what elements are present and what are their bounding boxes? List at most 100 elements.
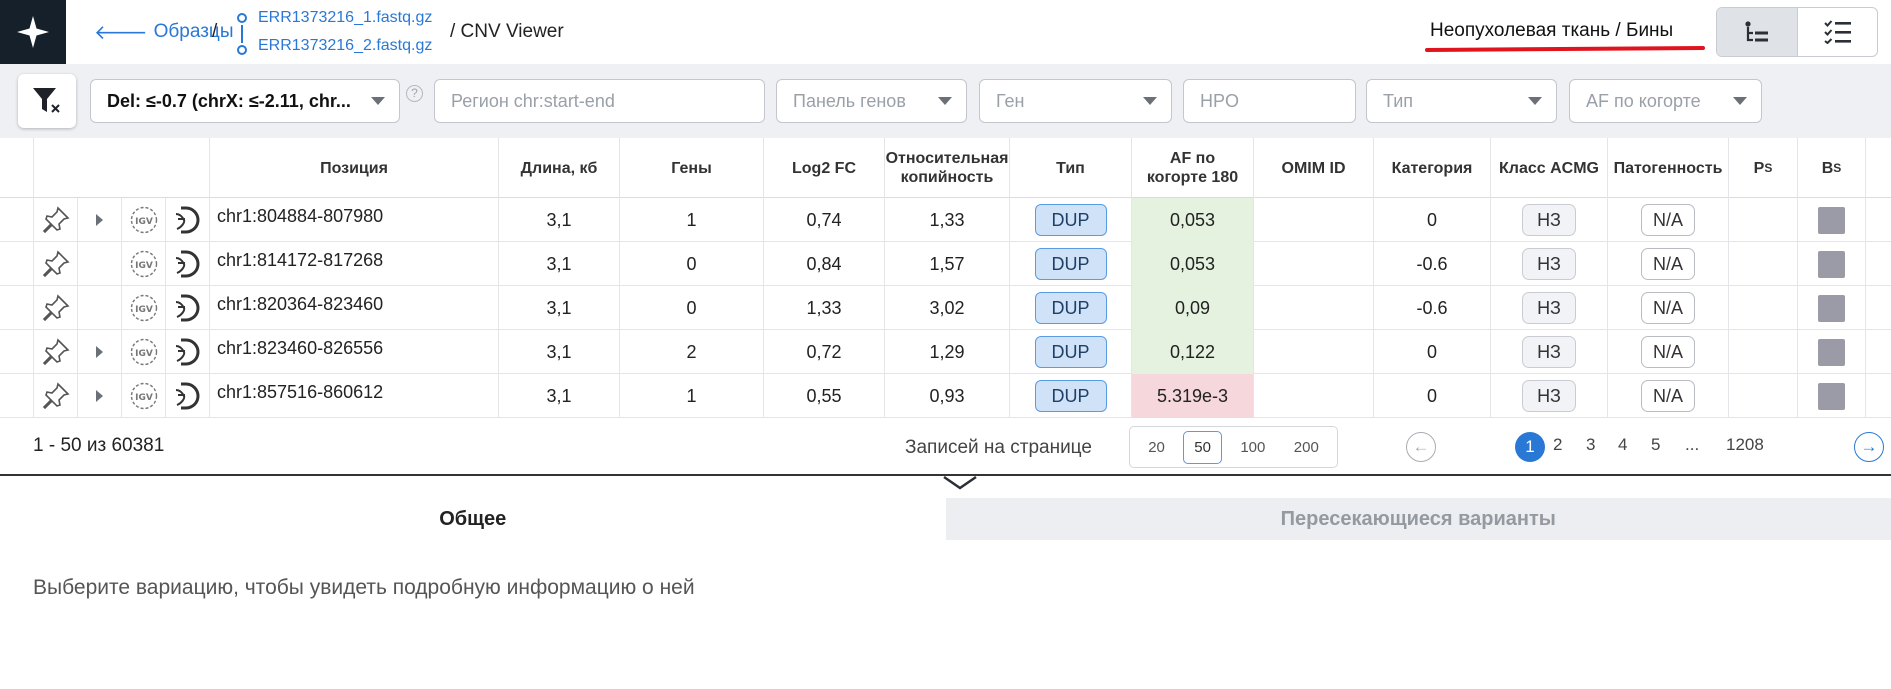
page-number[interactable]: 4 — [1618, 435, 1627, 455]
region-input[interactable]: Регион chr:start-end — [434, 79, 765, 123]
expand-row-cell[interactable] — [77, 198, 121, 242]
bs-checkbox[interactable] — [1818, 250, 1845, 278]
rows-per-page-option[interactable]: 20 — [1138, 432, 1175, 463]
tree-view-button[interactable] — [1717, 8, 1797, 56]
table-row[interactable]: IGV chr1:823460-826556 3,1 2 0,72 1,29 DUP 0,12… — [0, 330, 1891, 374]
app-logo[interactable] — [0, 0, 66, 64]
page-number[interactable]: 5 — [1651, 435, 1660, 455]
file-link-2[interactable]: ERR1373216_2.fastq.gz — [258, 37, 432, 55]
type-select[interactable]: Тип — [1366, 79, 1557, 123]
pathogenicity-badge[interactable]: N/A — [1641, 380, 1695, 412]
pin-icon[interactable] — [33, 374, 77, 418]
rows-per-page-option[interactable]: 50 — [1183, 430, 1222, 464]
filter-preset-value: Del: ≤-0.7 (chrX: ≤-2.11, chr... — [107, 90, 351, 111]
pathogenicity-badge[interactable]: N/A — [1641, 336, 1695, 368]
caret-right-icon[interactable] — [96, 346, 103, 358]
file-link-1[interactable]: ERR1373216_1.fastq.gz — [258, 9, 432, 27]
pathogenicity-badge[interactable]: N/A — [1641, 204, 1695, 236]
cell-position: chr1:823460-826556 — [209, 330, 498, 374]
col-type[interactable]: Тип — [1009, 138, 1131, 198]
col-pathogenicity[interactable]: Патогенность — [1607, 138, 1728, 198]
col-ps[interactable]: PS — [1728, 138, 1797, 198]
col-genes[interactable]: Гены — [619, 138, 763, 198]
expand-row-cell[interactable] — [77, 374, 121, 418]
results-total: 1 - 50 из 60381 — [33, 435, 165, 456]
pin-icon[interactable] — [33, 286, 77, 330]
tab-overlapping-variants[interactable]: Пересекающиеся варианты — [945, 498, 1891, 540]
gene-select[interactable]: Ген — [979, 79, 1172, 123]
igv-icon[interactable]: IGV — [121, 286, 165, 330]
help-icon[interactable]: ? — [406, 85, 423, 102]
hpo-input[interactable]: HPO — [1183, 79, 1356, 123]
cell-af-cohort: 0,053 — [1131, 242, 1253, 286]
tab-general[interactable]: Общее — [0, 498, 946, 540]
pathogenicity-badge[interactable]: N/A — [1641, 292, 1695, 324]
expand-row-cell[interactable] — [77, 330, 121, 374]
bs-checkbox[interactable] — [1818, 382, 1845, 410]
chevron-down-icon — [371, 97, 385, 105]
caret-right-icon[interactable] — [96, 214, 103, 226]
col-log2fc[interactable]: Log2 FC — [763, 138, 884, 198]
col-bs[interactable]: BS — [1797, 138, 1866, 198]
col-acmg[interactable]: Класс ACMG — [1490, 138, 1607, 198]
file-node-icon — [237, 45, 247, 55]
col-category[interactable]: Категория — [1373, 138, 1490, 198]
igv-icon[interactable]: IGV — [121, 374, 165, 418]
caret-right-icon[interactable] — [96, 390, 103, 402]
gene-panel-select[interactable]: Панель генов — [776, 79, 967, 123]
rows-per-page-option[interactable]: 100 — [1230, 432, 1275, 463]
col-ps-sub: S — [1764, 160, 1773, 175]
cell-af-cohort: 0,09 — [1131, 286, 1253, 330]
page-number[interactable]: 2 — [1553, 435, 1562, 455]
view-toggle — [1716, 7, 1878, 57]
igv-icon[interactable]: IGV — [121, 242, 165, 286]
pin-icon[interactable] — [33, 242, 77, 286]
table-row[interactable]: IGV chr1:804884-807980 3,1 1 0,74 1,33 DUP 0,05… — [0, 198, 1891, 242]
decipher-icon[interactable] — [165, 198, 209, 242]
decipher-icon[interactable] — [165, 330, 209, 374]
decipher-icon[interactable] — [165, 242, 209, 286]
col-length[interactable]: Длина, кб — [498, 138, 619, 198]
acmg-badge[interactable]: НЗ — [1522, 248, 1576, 280]
decipher-icon[interactable] — [165, 374, 209, 418]
pin-icon[interactable] — [33, 198, 77, 242]
table-row[interactable]: IGV chr1:820364-823460 3,1 0 1,33 3,02 DUP 0,09… — [0, 286, 1891, 330]
col-position[interactable]: Позиция — [209, 138, 498, 198]
col-omim[interactable]: OMIM ID — [1253, 138, 1373, 198]
sample-selector[interactable]: Неопухолевая ткань / Бины — [1430, 20, 1673, 42]
filter-preset-select[interactable]: Del: ≤-0.7 (chrX: ≤-2.11, chr... — [90, 79, 400, 123]
pathogenicity-badge[interactable]: N/A — [1641, 248, 1695, 280]
acmg-badge[interactable]: НЗ — [1522, 380, 1576, 412]
col-af-cohort[interactable]: AF по когорте 180 — [1131, 138, 1253, 198]
filter-clear-button[interactable] — [18, 74, 76, 128]
table-row[interactable]: IGV chr1:814172-817268 3,1 0 0,84 1,57 DUP 0,05… — [0, 242, 1891, 286]
acmg-badge[interactable]: НЗ — [1522, 336, 1576, 368]
cell-ps — [1728, 242, 1797, 286]
tree-list-icon — [1745, 21, 1768, 42]
table-row[interactable]: IGV chr1:857516-860612 3,1 1 0,55 0,93 DUP 5.31… — [0, 374, 1891, 418]
acmg-badge[interactable]: НЗ — [1522, 292, 1576, 324]
next-page-button[interactable]: → — [1854, 432, 1884, 462]
checklist-view-button[interactable] — [1797, 8, 1877, 56]
cell-pathogenicity: N/A — [1607, 286, 1728, 330]
page-number[interactable]: 1 — [1515, 432, 1545, 462]
breadcrumb-separator: / — [212, 21, 218, 42]
prev-page-button[interactable]: ← — [1406, 432, 1436, 462]
col-actions — [33, 138, 209, 198]
collapse-details-button[interactable] — [942, 474, 978, 497]
bs-checkbox[interactable] — [1818, 206, 1845, 234]
page-number[interactable]: 3 — [1586, 435, 1595, 455]
page-number[interactable]: 1208 — [1726, 435, 1764, 455]
acmg-badge[interactable]: НЗ — [1522, 204, 1576, 236]
pin-icon[interactable] — [33, 330, 77, 374]
bs-checkbox[interactable] — [1818, 338, 1845, 366]
igv-icon[interactable]: IGV — [121, 198, 165, 242]
af-cohort-select[interactable]: AF по когорте — [1569, 79, 1762, 123]
col-relcopy[interactable]: Относительная копийность — [884, 138, 1009, 198]
bs-checkbox[interactable] — [1818, 294, 1845, 322]
decipher-icon[interactable] — [165, 286, 209, 330]
cell-ps — [1728, 286, 1797, 330]
rows-per-page-option[interactable]: 200 — [1284, 432, 1329, 463]
svg-text:IGV: IGV — [135, 261, 153, 271]
igv-icon[interactable]: IGV — [121, 330, 165, 374]
